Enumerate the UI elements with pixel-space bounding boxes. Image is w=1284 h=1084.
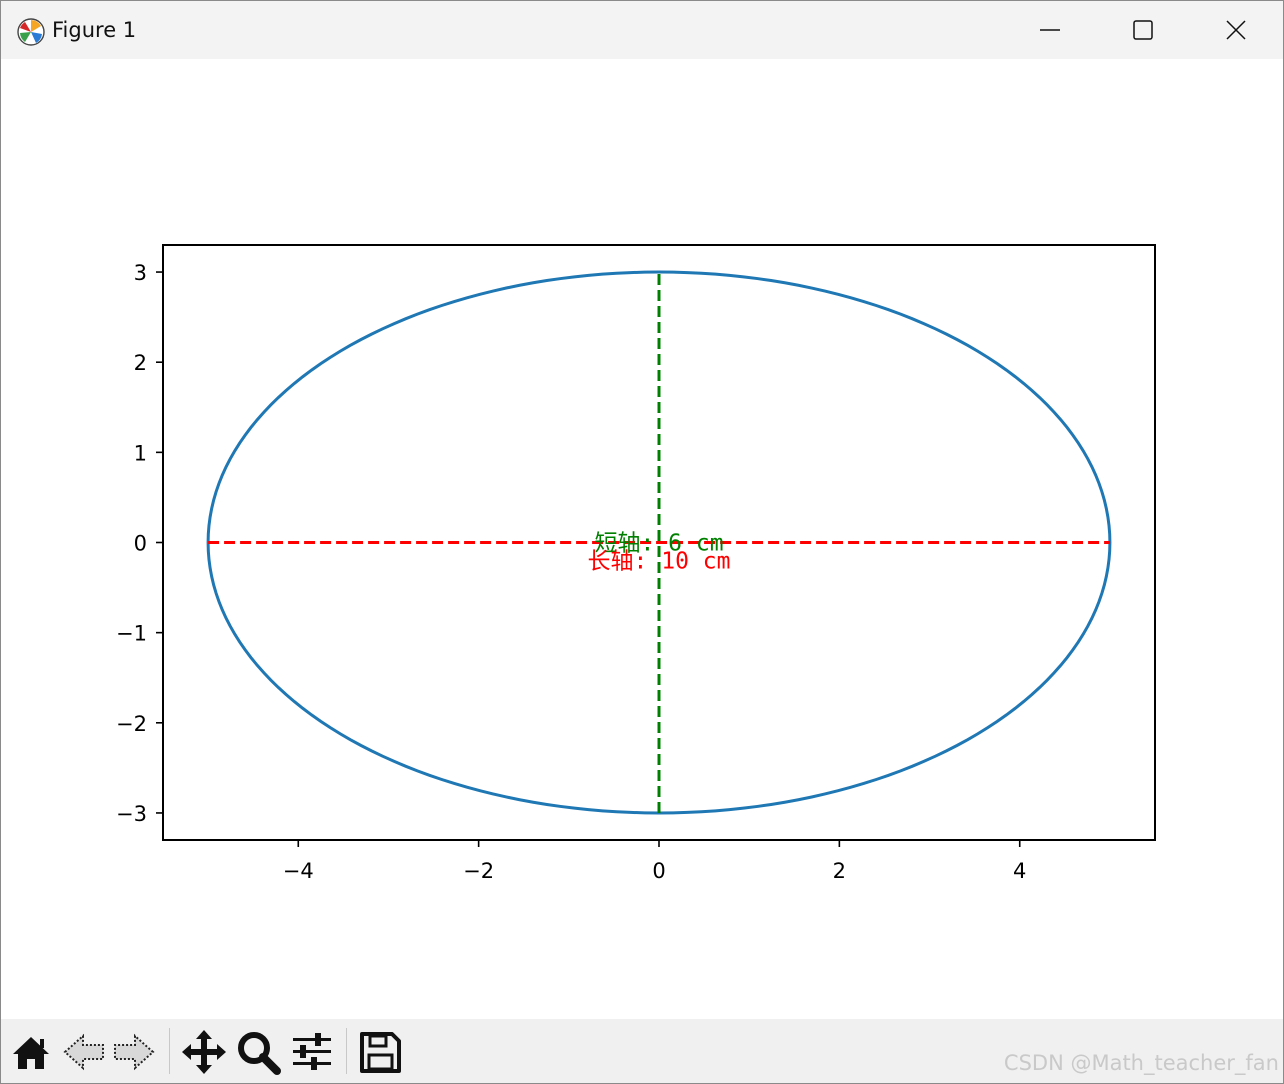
y-tick-label: −1 (116, 622, 147, 646)
toolbar-separator (346, 1028, 347, 1074)
back-arrow-icon (63, 1033, 104, 1071)
zoom-button[interactable] (234, 1028, 282, 1076)
x-tick-label: 0 (652, 859, 665, 883)
back-button[interactable] (61, 1028, 109, 1076)
close-icon (1226, 20, 1246, 40)
toolbar-separator (169, 1028, 170, 1074)
home-icon (13, 1037, 49, 1069)
navigation-toolbar: CSDN @Math_teacher_fan (1, 1019, 1283, 1083)
home-button[interactable] (7, 1028, 55, 1076)
x-tick-label: 4 (1013, 859, 1026, 883)
forward-arrow-icon (114, 1033, 155, 1071)
major-axis-annotation: 长轴: 10 cm (588, 549, 731, 575)
save-button[interactable] (356, 1028, 404, 1076)
forward-button[interactable] (109, 1028, 157, 1076)
subplots-button[interactable] (288, 1028, 336, 1076)
y-tick-label: −3 (116, 802, 147, 826)
y-tick-label: 1 (134, 441, 147, 465)
x-tick-label: −4 (283, 859, 314, 883)
minimize-icon (1040, 29, 1060, 31)
figure-canvas[interactable]: 短轴: 6 cm 长轴: 10 cm −4 −2 0 2 4 −3 −2 −1 0 1 2 3 (1, 59, 1283, 1019)
maximize-button[interactable] (1097, 1, 1189, 59)
y-tick-label: 0 (134, 532, 147, 556)
zoom-magnifier-icon (238, 1032, 281, 1075)
close-button[interactable] (1190, 1, 1282, 59)
x-tick-label: −2 (463, 859, 494, 883)
y-tick-label: −2 (116, 712, 147, 736)
window-title: Figure 1 (52, 18, 137, 42)
minimize-button[interactable] (1004, 1, 1096, 59)
pan-button[interactable] (180, 1028, 228, 1076)
y-tick-label: 3 (134, 261, 147, 285)
figure-window: Figure 1 短轴: 6 cm 长轴: 10 cm −4 −2 0 2 4 −3 −2 −1 0… (0, 0, 1284, 1084)
watermark-text: CSDN @Math_teacher_fan (1003, 1051, 1279, 1075)
pan-move-icon (182, 1030, 226, 1074)
subplots-sliders-icon (293, 1033, 331, 1070)
y-tick-label: 2 (134, 351, 147, 375)
save-floppy-icon (360, 1032, 401, 1073)
title-bar[interactable]: Figure 1 (1, 1, 1283, 59)
plot-svg: 短轴: 6 cm长轴: 10 cm−4 −2 0 2 4−3−2−10123 (116, 244, 1156, 883)
maximize-icon (1133, 20, 1153, 40)
matplotlib-app-icon (17, 18, 45, 46)
x-tick-label: 2 (833, 859, 846, 883)
